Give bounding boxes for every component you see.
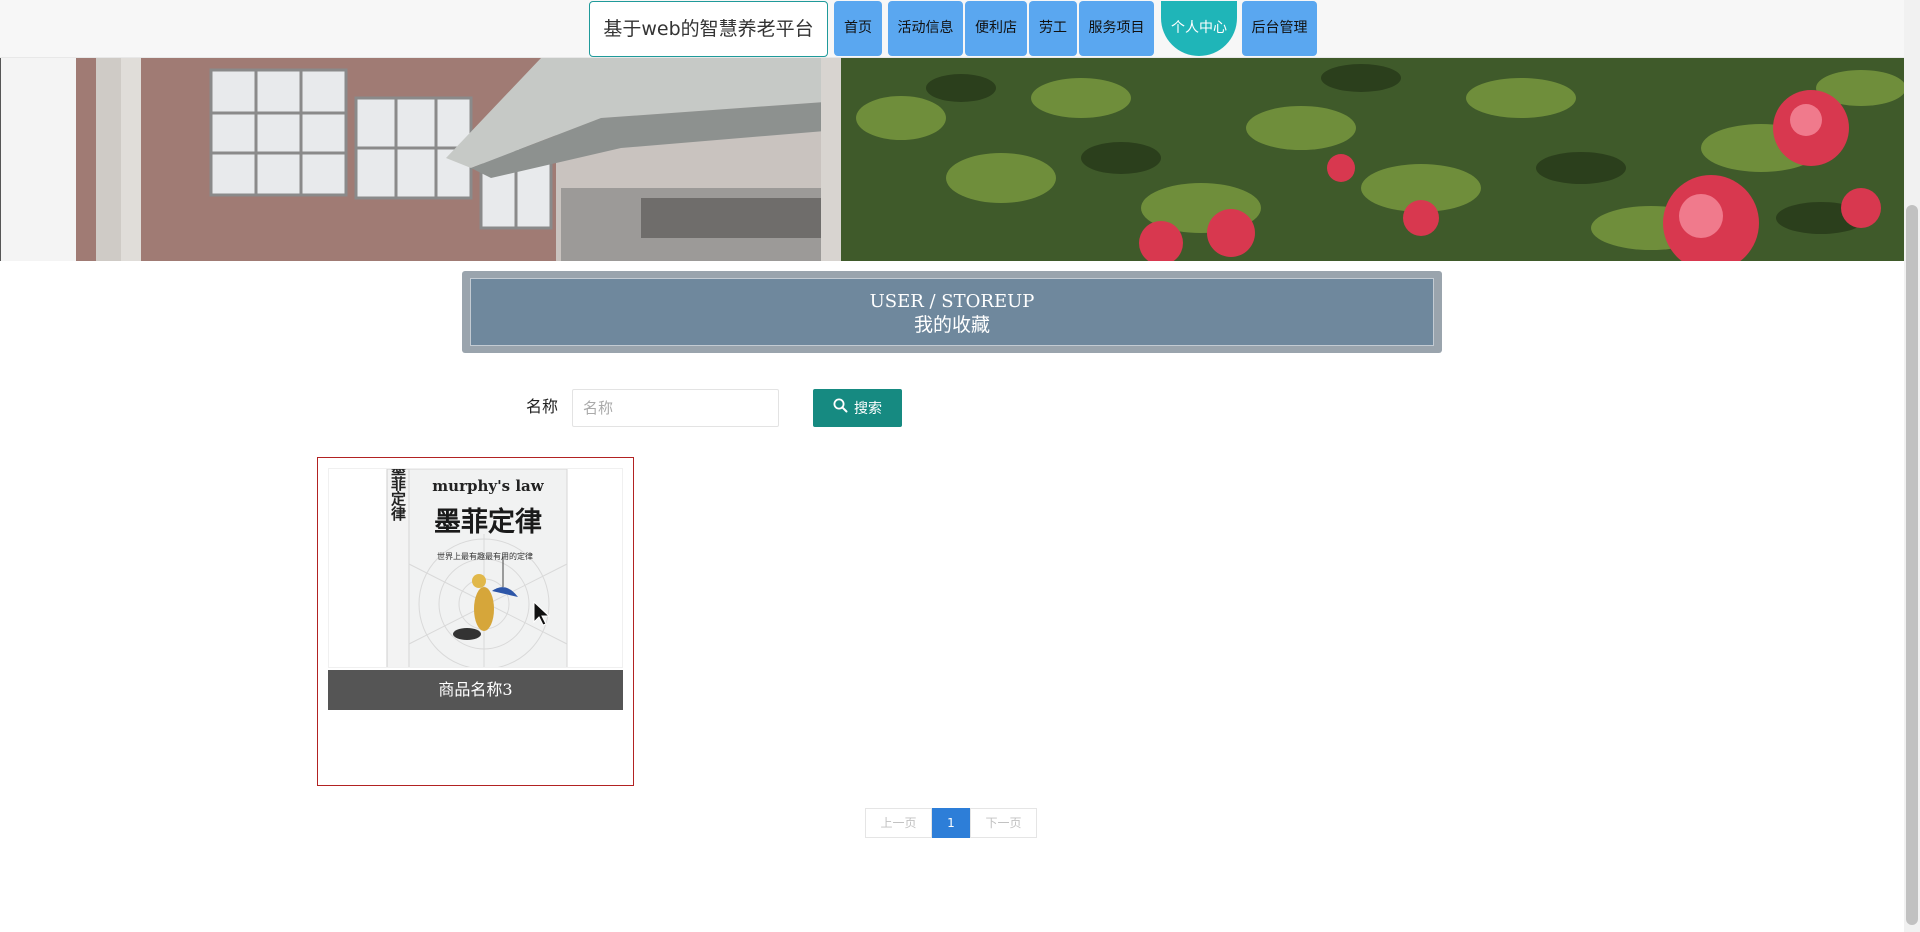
section-title-cn: 我的收藏 (913, 314, 990, 336)
book-title-cn: 墨菲定律 (434, 506, 542, 538)
page-scrollbar[interactable] (1904, 0, 1920, 932)
book-subtitle: 世界上最有趣最有用的定律 (437, 551, 533, 561)
nav-admin[interactable]: 后台管理 (1242, 1, 1317, 56)
nav-activities[interactable]: 活动信息 (888, 1, 963, 56)
top-nav-bar: 基于web的智慧养老平台 首页 活动信息 便利店 劳工 服务项目 个人中心 后台… (0, 0, 1904, 58)
item-image[interactable]: murphy's law 墨菲定律 世界上最有趣最有用的定律 墨菲定律 (328, 468, 623, 668)
scrollbar-thumb[interactable] (1906, 205, 1918, 925)
search-button-label: 搜索 (854, 400, 882, 416)
prev-page-button[interactable]: 上一页 (865, 808, 932, 838)
search-input[interactable] (572, 389, 779, 427)
section-title-en: USER / STOREUP (869, 291, 1035, 312)
pagination: 上一页 1 下一页 (865, 808, 1037, 838)
nav-store[interactable]: 便利店 (965, 1, 1027, 56)
book-spine-text: 墨菲定律 (389, 469, 407, 522)
page-1-button[interactable]: 1 (932, 808, 970, 838)
nav-labor[interactable]: 劳工 (1029, 1, 1077, 56)
site-title[interactable]: 基于web的智慧养老平台 (589, 1, 828, 57)
search-button[interactable]: 搜索 (813, 389, 902, 427)
nav-personal-center[interactable]: 个人中心 (1161, 1, 1237, 56)
favorite-card[interactable]: murphy's law 墨菲定律 世界上最有趣最有用的定律 墨菲定律 商品名称… (317, 457, 634, 786)
banner-image (0, 58, 1904, 261)
item-name[interactable]: 商品名称3 (328, 670, 623, 710)
search-icon (833, 389, 848, 427)
section-heading: USER / STOREUP 我的收藏 (462, 271, 1442, 353)
nav-services[interactable]: 服务项目 (1079, 1, 1154, 56)
book-title-en: murphy's law (432, 477, 544, 495)
next-page-button[interactable]: 下一页 (970, 808, 1037, 838)
search-label: 名称 (525, 397, 558, 416)
nav-home[interactable]: 首页 (834, 1, 882, 56)
